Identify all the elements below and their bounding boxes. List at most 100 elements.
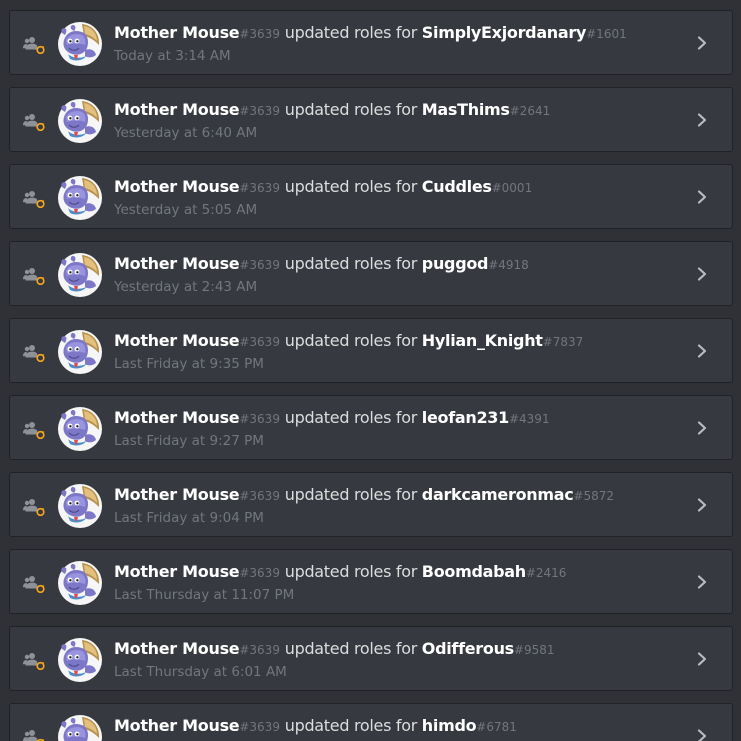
entry-text: Mother Mouse#3639 updated roles for MasT… [114, 100, 550, 142]
audit-log-entry[interactable]: Mother Mouse#3639 updated roles for himd… [9, 703, 733, 741]
member-role-update-icon [23, 345, 45, 362]
actor-username[interactable]: Mother Mouse [114, 100, 240, 119]
chevron-right-icon[interactable] [694, 188, 710, 206]
actor-discriminator: #3639 [239, 258, 280, 272]
chevron-right-icon[interactable] [694, 342, 710, 360]
actor-username[interactable]: Mother Mouse [114, 562, 240, 581]
actor-username[interactable]: Mother Mouse [114, 254, 240, 273]
audit-log-entry[interactable]: Mother Mouse#3639 updated roles for Boom… [9, 549, 733, 614]
actor-username[interactable]: Mother Mouse [114, 639, 240, 658]
target-username[interactable]: puggod [422, 254, 489, 273]
entry-timestamp: Today at 3:14 AM [114, 48, 231, 64]
target-username[interactable]: Cuddles [422, 177, 492, 196]
actor-username[interactable]: Mother Mouse [114, 408, 240, 427]
target-username[interactable]: darkcameronmac [422, 485, 574, 504]
entry-summary: Mother Mouse#3639 updated roles for Boom… [114, 562, 566, 583]
chevron-right-icon[interactable] [694, 650, 710, 668]
actor-username[interactable]: Mother Mouse [114, 23, 240, 42]
actor-discriminator: #3639 [239, 181, 280, 195]
actor-username[interactable]: Mother Mouse [114, 177, 240, 196]
action-text: updated roles for [284, 177, 418, 196]
entry-timestamp: Last Friday at 9:27 PM [114, 433, 264, 449]
target-discriminator: #2641 [509, 104, 551, 118]
avatar[interactable] [58, 253, 102, 297]
actor-discriminator: #3639 [239, 566, 280, 580]
chevron-right-icon[interactable] [694, 419, 710, 437]
chevron-right-icon[interactable] [694, 496, 710, 514]
avatar[interactable] [58, 407, 102, 451]
member-role-update-icon [23, 499, 45, 516]
chevron-right-icon[interactable] [694, 111, 710, 129]
avatar[interactable] [58, 561, 102, 605]
avatar[interactable] [58, 99, 102, 143]
action-text: updated roles for [284, 562, 418, 581]
entry-text: Mother Mouse#3639 updated roles for Cudd… [114, 177, 532, 219]
audit-log-entry[interactable]: Mother Mouse#3639 updated roles for leof… [9, 395, 733, 460]
action-text: updated roles for [284, 254, 418, 273]
entry-summary: Mother Mouse#3639 updated roles for himd… [114, 716, 517, 737]
actor-discriminator: #3639 [239, 489, 280, 503]
entry-timestamp: Last Friday at 9:04 PM [114, 510, 264, 526]
target-discriminator: #0001 [491, 181, 533, 195]
audit-log-entry[interactable]: Mother Mouse#3639 updated roles for Cudd… [9, 164, 733, 229]
avatar[interactable] [58, 638, 102, 682]
entry-timestamp: Yesterday at 5:05 AM [114, 202, 258, 218]
entry-timestamp: Last Thursday at 11:07 PM [114, 587, 295, 603]
action-text: updated roles for [284, 23, 418, 42]
audit-log-entry[interactable]: Mother Mouse#3639 updated roles for Hyli… [9, 318, 733, 383]
entry-summary: Mother Mouse#3639 updated roles for Cudd… [114, 177, 532, 198]
chevron-right-icon[interactable] [694, 727, 710, 741]
actor-discriminator: #3639 [239, 643, 280, 657]
audit-log-entry[interactable]: Mother Mouse#3639 updated roles for MasT… [9, 87, 733, 152]
entry-text: Mother Mouse#3639 updated roles for himd… [114, 716, 517, 740]
avatar[interactable] [58, 22, 102, 66]
entry-text: Mother Mouse#3639 updated roles for Odif… [114, 639, 555, 681]
chevron-right-icon[interactable] [694, 34, 710, 52]
target-discriminator: #4391 [508, 412, 550, 426]
member-role-update-icon [23, 268, 45, 285]
chevron-right-icon[interactable] [694, 573, 710, 591]
target-username[interactable]: SimplyExjordanary [422, 23, 587, 42]
avatar[interactable] [58, 484, 102, 528]
entry-summary: Mother Mouse#3639 updated roles for Hyli… [114, 331, 583, 352]
action-text: updated roles for [284, 485, 418, 504]
action-text: updated roles for [284, 331, 418, 350]
action-text: updated roles for [284, 639, 418, 658]
target-username[interactable]: Hylian_Knight [422, 331, 543, 350]
target-discriminator: #7837 [542, 335, 584, 349]
entry-summary: Mother Mouse#3639 updated roles for leof… [114, 408, 550, 429]
member-role-update-icon [23, 114, 45, 131]
target-username[interactable]: Odifferous [422, 639, 514, 658]
entry-text: Mother Mouse#3639 updated roles for dark… [114, 485, 614, 527]
target-username[interactable]: MasThims [422, 100, 510, 119]
member-role-update-icon [23, 422, 45, 439]
entry-summary: Mother Mouse#3639 updated roles for pugg… [114, 254, 529, 275]
entry-timestamp: Last Friday at 9:35 PM [114, 356, 264, 372]
target-discriminator: #5872 [573, 489, 615, 503]
avatar[interactable] [58, 176, 102, 220]
chevron-right-icon[interactable] [694, 265, 710, 283]
target-username[interactable]: Boomdabah [422, 562, 526, 581]
audit-log-entry[interactable]: Mother Mouse#3639 updated roles for dark… [9, 472, 733, 537]
actor-discriminator: #3639 [239, 720, 280, 734]
target-username[interactable]: himdo [422, 716, 477, 735]
member-role-update-icon [23, 191, 45, 208]
audit-log-entry[interactable]: Mother Mouse#3639 updated roles for pugg… [9, 241, 733, 306]
audit-log-list: Mother Mouse#3639 updated roles for Simp… [0, 0, 741, 741]
actor-username[interactable]: Mother Mouse [114, 331, 240, 350]
avatar[interactable] [58, 330, 102, 374]
actor-username[interactable]: Mother Mouse [114, 485, 240, 504]
target-discriminator: #9581 [513, 643, 555, 657]
action-text: updated roles for [284, 716, 418, 735]
actor-username[interactable]: Mother Mouse [114, 716, 240, 735]
member-role-update-icon [23, 653, 45, 670]
target-username[interactable]: leofan231 [422, 408, 509, 427]
entry-text: Mother Mouse#3639 updated roles for leof… [114, 408, 550, 450]
actor-discriminator: #3639 [239, 104, 280, 118]
audit-log-entry[interactable]: Mother Mouse#3639 updated roles for Odif… [9, 626, 733, 691]
target-discriminator: #4918 [488, 258, 529, 272]
audit-log-entry[interactable]: Mother Mouse#3639 updated roles for Simp… [9, 10, 733, 75]
actor-discriminator: #3639 [239, 412, 280, 426]
avatar[interactable] [58, 715, 102, 741]
action-text: updated roles for [284, 100, 418, 119]
